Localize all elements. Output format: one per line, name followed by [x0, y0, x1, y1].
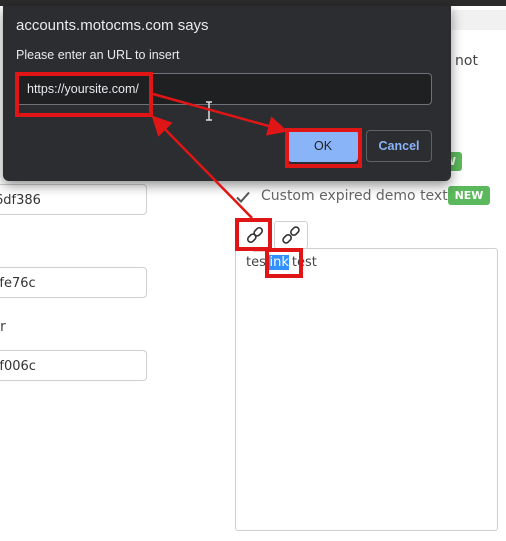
arrow-to-url-input [151, 115, 253, 219]
annotation-arrows [151, 92, 288, 252]
arrow-to-ok [152, 92, 288, 136]
